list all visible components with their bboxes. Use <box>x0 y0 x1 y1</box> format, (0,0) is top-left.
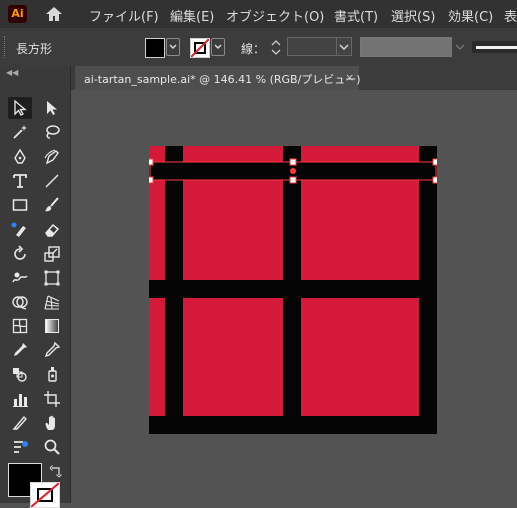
hand-tool-icon[interactable] <box>40 412 64 434</box>
rotate-tool-icon[interactable] <box>8 243 32 265</box>
menu-edit[interactable]: 編集(E) <box>170 6 214 25</box>
horizontal-stripe[interactable] <box>149 416 437 434</box>
free-transform-tool-icon[interactable] <box>40 267 64 289</box>
scale-tool-icon[interactable] <box>40 243 64 265</box>
swap-fill-stroke-icon[interactable] <box>49 463 63 482</box>
warp-tool-icon[interactable] <box>8 267 32 289</box>
shape-builder-tool-icon[interactable] <box>8 291 32 313</box>
chevron-down-icon <box>455 44 465 50</box>
document-tab-label: ai-tartan_sample.ai* @ 146.41 % (RGB/プレビ… <box>84 73 361 86</box>
tartan-artwork[interactable] <box>149 146 437 434</box>
stroke-color-box[interactable] <box>30 482 60 508</box>
close-tab-icon[interactable]: × <box>345 71 354 84</box>
stroke-dropdown-button[interactable] <box>211 38 225 56</box>
edit-toolbar-icon[interactable] <box>8 436 32 458</box>
app-logo: Ai <box>8 5 27 23</box>
symbol-sprayer-tool-icon[interactable] <box>40 363 64 385</box>
eraser-tool-icon[interactable] <box>40 219 64 241</box>
menu-type[interactable]: 書式(T) <box>334 6 378 25</box>
canvas[interactable] <box>71 90 517 503</box>
type-tool-icon[interactable] <box>8 170 32 192</box>
selection-tool-icon[interactable] <box>8 97 32 119</box>
horizontal-stripe[interactable] <box>149 280 437 298</box>
fill-swatch[interactable] <box>145 38 165 58</box>
curvature-tool-icon[interactable] <box>40 146 64 168</box>
control-bar: 長方形 線： <box>0 28 517 67</box>
stroke-weight-input[interactable] <box>287 37 337 56</box>
shaper-tool-icon[interactable] <box>8 219 32 241</box>
menu-object[interactable]: オブジェクト(O) <box>226 6 324 25</box>
home-icon[interactable] <box>44 5 64 23</box>
no-stroke-icon <box>191 39 209 57</box>
variable-width-profile[interactable] <box>360 37 452 57</box>
stepper-arrows-icon <box>271 40 281 55</box>
direct-selection-tool-icon[interactable] <box>40 97 64 119</box>
perspective-grid-tool-icon[interactable] <box>40 291 64 313</box>
slice-tool-icon[interactable] <box>8 412 32 434</box>
menu-table[interactable]: 表 <box>504 6 517 25</box>
line-segment-tool-icon[interactable] <box>40 170 64 192</box>
panel-grip[interactable] <box>4 36 8 58</box>
fill-dropdown-button[interactable] <box>166 38 180 56</box>
stroke-weight-stepper[interactable] <box>270 38 282 57</box>
artboard-tool-icon[interactable] <box>40 388 64 410</box>
zoom-tool-icon[interactable] <box>40 436 64 458</box>
gradient-tool-icon[interactable] <box>40 315 64 337</box>
stroke-swatch[interactable] <box>190 38 210 58</box>
brush-preview-line <box>476 46 517 49</box>
eyedropper-tool-icon[interactable] <box>8 339 32 361</box>
eyedropper-alt-tool-icon[interactable] <box>40 339 64 361</box>
chevron-down-icon <box>339 44 349 50</box>
menu-select[interactable]: 選択(S) <box>391 6 435 25</box>
chevron-down-icon <box>214 44 222 49</box>
lasso-tool-icon[interactable] <box>40 121 64 143</box>
toolbox: ◀◀ <box>0 66 71 503</box>
document-tab[interactable]: ai-tartan_sample.ai* @ 146.41 % (RGB/プレビ… <box>75 66 361 90</box>
pen-tool-icon[interactable] <box>8 146 32 168</box>
blend-tool-icon[interactable] <box>8 363 32 385</box>
collapse-toolbar-icon[interactable]: ◀◀ <box>6 68 18 77</box>
menu-effect[interactable]: 効果(C) <box>448 6 493 25</box>
mesh-tool-icon[interactable] <box>8 315 32 337</box>
menu-file[interactable]: ファイル(F) <box>89 6 159 25</box>
no-stroke-icon <box>31 483 59 507</box>
stroke-weight-label: 線： <box>241 42 266 56</box>
rectangle-tool-icon[interactable] <box>8 194 32 216</box>
menu-bar: Ai ファイル(F) 編集(E) オブジェクト(O) 書式(T) 選択(S) 効… <box>0 0 517 28</box>
chevron-down-icon <box>169 44 177 49</box>
object-type-label: 長方形 <box>16 42 53 56</box>
graph-tool-icon[interactable] <box>8 388 32 410</box>
stroke-weight-dropdown[interactable] <box>336 37 352 56</box>
artboard[interactable] <box>149 146 437 434</box>
paintbrush-tool-icon[interactable] <box>40 194 64 216</box>
variable-width-dropdown[interactable] <box>454 37 466 57</box>
magic-wand-tool-icon[interactable] <box>8 121 32 143</box>
